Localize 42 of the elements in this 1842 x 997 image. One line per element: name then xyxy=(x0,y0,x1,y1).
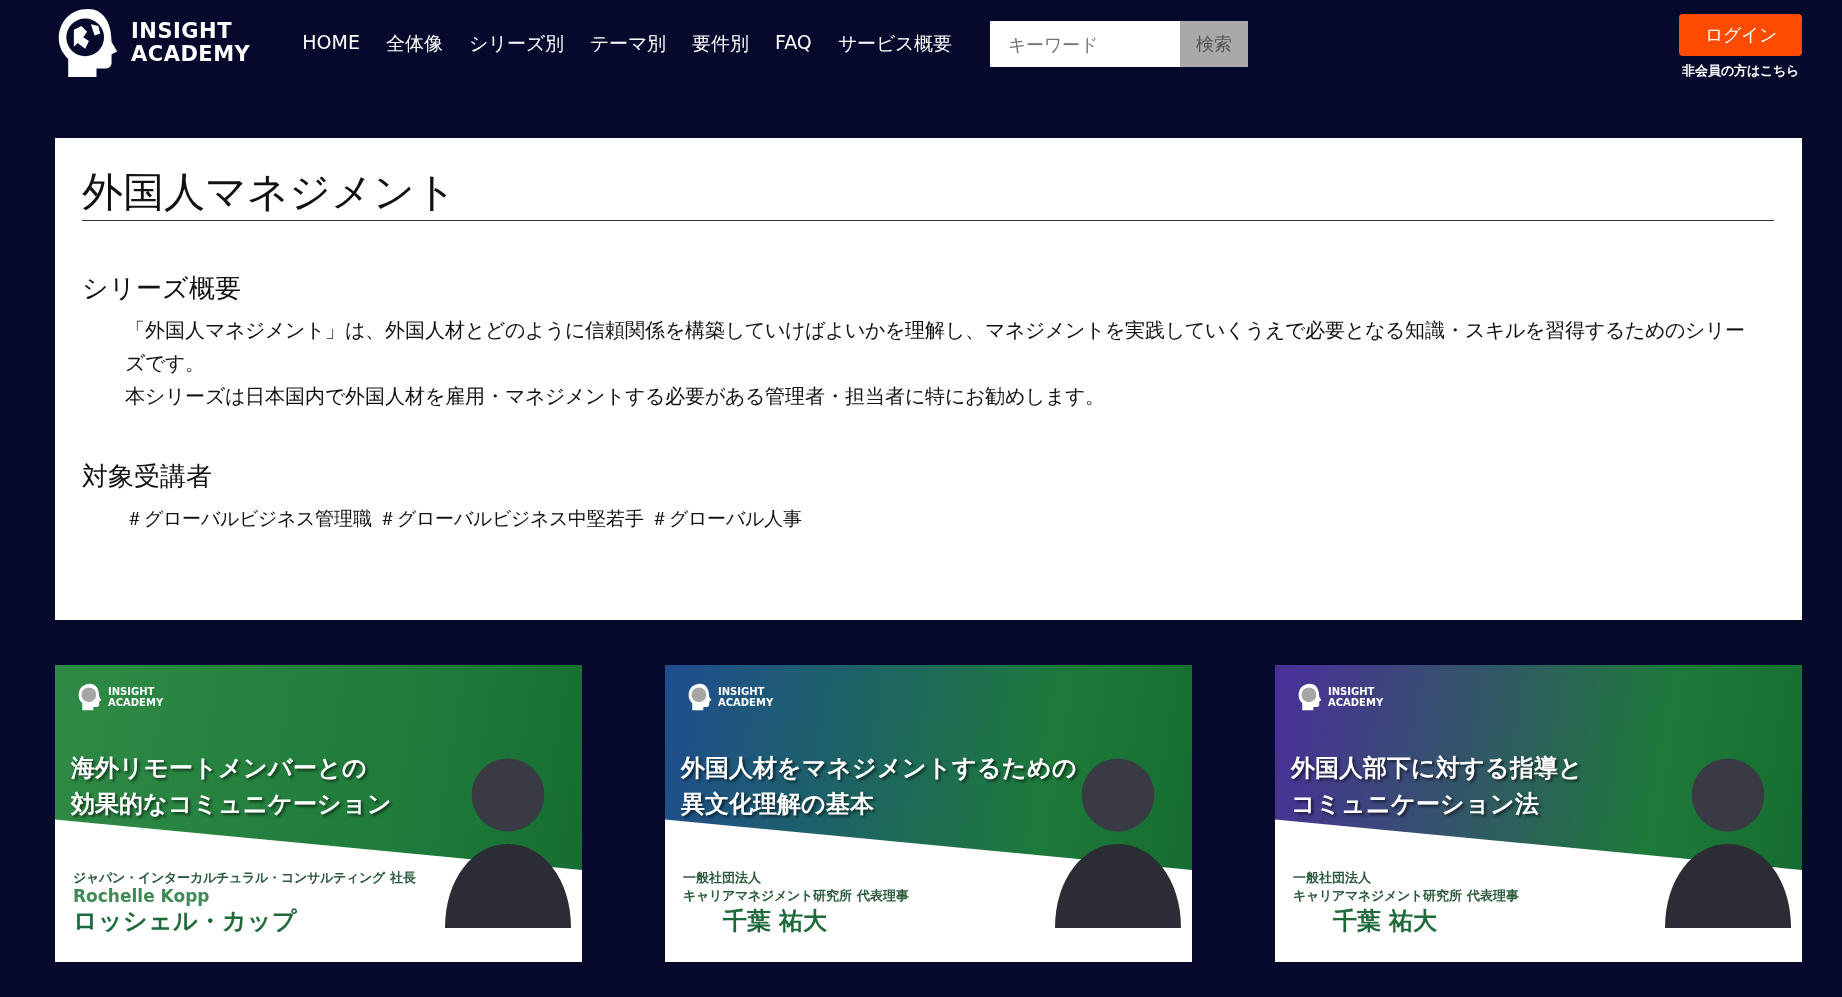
search-field[interactable]: キーワード xyxy=(989,21,1180,67)
banner-title: コミュニケーション法 xyxy=(1291,789,1540,820)
speaker-affiliation: 一般社団法人 xyxy=(683,869,762,887)
head-logo-icon xyxy=(1297,683,1323,711)
nav-link[interactable]: サービス概要 xyxy=(837,31,952,57)
description-paragraph: 本シリーズは日本国内で外国人材を雇用・マネジメントする必要がある管理者・担当者に特にお勧めします。 xyxy=(125,383,1106,410)
section-heading: 対象受講者 xyxy=(82,460,213,493)
speaker-affiliation: キャリアマネジメント研究所 代表理事 xyxy=(683,887,909,905)
speaker-name: ロッシェル・カップ xyxy=(73,906,298,937)
nav-link[interactable]: 全体像 xyxy=(385,31,443,57)
non-member-link[interactable]: 非会員の方はこちら xyxy=(1682,62,1799,80)
speaker-name-latin: Rochelle Kopp xyxy=(73,887,211,905)
speaker-name: 千葉 祐大 xyxy=(723,906,829,937)
nav-link[interactable]: HOME xyxy=(302,31,360,57)
speaker-name: 千葉 祐大 xyxy=(1333,906,1439,937)
course-banner[interactable]: INSIGHT ACADEMY 海外リモートメンバーとの 効果的なコミュニケーション ジャパン・インターカルチュラル・コンサルティング 社長 Rochelle Kopp ロッシェル・カップ xyxy=(55,665,582,962)
banner-title: 効果的なコミュニケーション xyxy=(71,789,392,820)
banner-title: 外国人材をマネジメントするための xyxy=(681,753,1077,784)
nav-link[interactable]: シリーズ別 xyxy=(468,31,564,57)
nav-link[interactable]: 要件別 xyxy=(691,31,749,57)
course-banner[interactable]: INSIGHT ACADEMY 外国人部下に対する指導と コミュニケーション法 一般社団法人 キャリアマネジメント研究所 代表理事 千葉 祐大 xyxy=(1275,665,1802,962)
description-paragraph: 「外国人マネジメント」は、外国人材とどのように信頼関係を構築していけばよいかを理解し、マネジメントを実践していくうえで必要となる知識・スキルを習得するためのシリーズです。 xyxy=(125,317,1745,377)
hashtag-link[interactable]: ＃グローバルビジネス管理職 xyxy=(125,502,372,535)
hashtag-link[interactable]: ＃グローバル人事 xyxy=(650,502,802,535)
head-logo-icon xyxy=(77,683,103,711)
section-heading: シリーズ概要 xyxy=(82,272,242,305)
series-title: 外国人マネジメント xyxy=(82,167,458,218)
nav-link[interactable]: テーマ別 xyxy=(589,31,666,57)
speaker-affiliation: キャリアマネジメント研究所 代表理事 xyxy=(1293,887,1519,905)
logo-text: INSIGHT ACADEMY xyxy=(108,686,164,708)
logo-text[interactable]: INSIGHT ACADEMY xyxy=(131,20,251,66)
speaker-affiliation: 一般社団法人 xyxy=(1293,869,1372,887)
banner-title: 海外リモートメンバーとの xyxy=(71,753,368,784)
logo-text: INSIGHT ACADEMY xyxy=(1328,686,1384,708)
hashtag-link[interactable]: ＃グローバルビジネス中堅若手 xyxy=(378,502,644,535)
course-banner[interactable]: INSIGHT ACADEMY 外国人材をマネジメントするための 異文化理解の基本 一般社団法人 キャリアマネジメント研究所 代表理事 千葉 祐大 xyxy=(665,665,1192,962)
logo-text: INSIGHT ACADEMY xyxy=(718,686,774,708)
banner-title: 外国人部下に対する指導と xyxy=(1291,753,1583,784)
speaker-affiliation: ジャパン・インターカルチュラル・コンサルティング 社長 xyxy=(73,869,416,887)
banner-title: 異文化理解の基本 xyxy=(681,789,875,820)
nav-link[interactable]: FAQ xyxy=(774,31,812,57)
head-logo-icon xyxy=(687,683,713,711)
